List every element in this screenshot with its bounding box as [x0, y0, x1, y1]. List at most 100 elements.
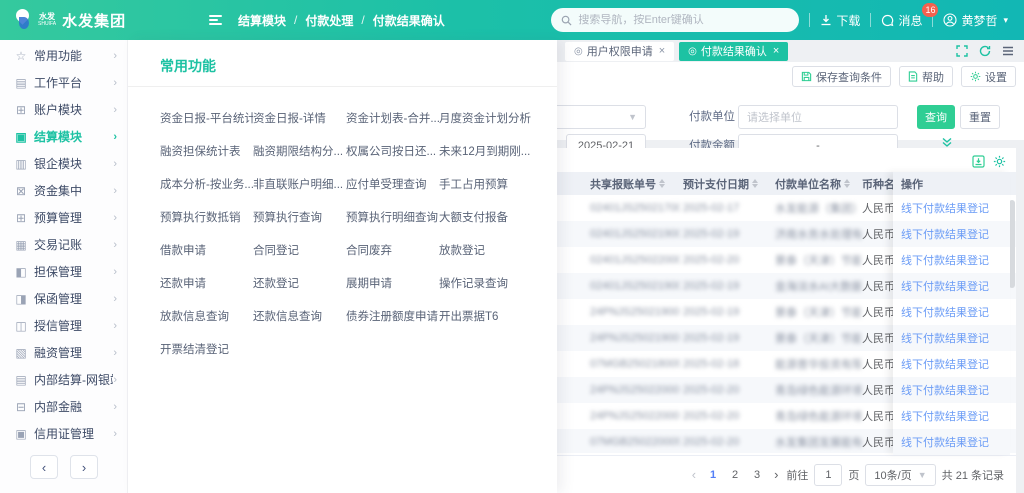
tab-payment-result[interactable]: ◎ 付款结果确认 ×: [679, 42, 788, 61]
quick-link[interactable]: 开票结清登记: [160, 332, 253, 365]
quick-link[interactable]: 展期申请: [346, 266, 439, 299]
offline-payment-result-link[interactable]: 线下付款结果登记: [901, 382, 989, 398]
download-button[interactable]: 下载: [820, 12, 860, 29]
quick-link[interactable]: 预算执行数抵销: [160, 200, 253, 233]
quick-link[interactable]: 债券注册额度申请: [346, 299, 439, 332]
quick-link[interactable]: 手工占用预算: [439, 167, 532, 200]
sidebar-item[interactable]: ◧担保管理›: [0, 258, 127, 285]
quick-link[interactable]: 借款申请: [160, 233, 253, 266]
refresh-icon[interactable]: [979, 45, 991, 57]
sort-icon[interactable]: [659, 179, 665, 188]
fullscreen-icon[interactable]: [956, 45, 968, 57]
sidebar-prev-button[interactable]: ‹: [30, 455, 58, 479]
sidebar-item[interactable]: ⊞账户模块›: [0, 96, 127, 123]
quick-link[interactable]: 融资期限结构分...: [253, 134, 346, 167]
quick-link[interactable]: 还款申请: [160, 266, 253, 299]
pay-unit-input[interactable]: 请选择单位: [738, 105, 898, 129]
sidebar-item[interactable]: ▤内部结算-网银端›: [0, 366, 127, 393]
user-menu[interactable]: 黄梦哲 ▾: [943, 12, 1008, 29]
query-button[interactable]: 查询: [917, 105, 955, 129]
quick-link[interactable]: 预算执行查询: [253, 200, 346, 233]
breadcrumb-item[interactable]: 付款结果确认: [373, 12, 445, 29]
col-currency[interactable]: 币种名称: [862, 172, 893, 195]
quick-link[interactable]: 权属公司按日还...: [346, 134, 439, 167]
sidebar-item[interactable]: ◫授信管理›: [0, 312, 127, 339]
quick-link[interactable]: 操作记录查询: [439, 266, 532, 299]
quick-link[interactable]: 未来12月到期刚...: [439, 134, 532, 167]
quick-link[interactable]: 大额支付报备: [439, 200, 532, 233]
sidebar-item[interactable]: ▧融资管理›: [0, 339, 127, 366]
help-button[interactable]: 帮助: [899, 66, 953, 87]
quick-link[interactable]: 资金日报-平台统计: [160, 101, 253, 134]
offline-payment-result-link[interactable]: 线下付款结果登记: [901, 252, 989, 268]
col-pay-date[interactable]: 预计支付日期: [683, 172, 758, 195]
quick-link[interactable]: 预算执行明细查询: [346, 200, 439, 233]
offline-payment-result-link[interactable]: 线下付款结果登记: [901, 278, 989, 294]
brand-name: 水发集团: [62, 10, 126, 31]
page-number[interactable]: 2: [726, 469, 744, 481]
export-icon[interactable]: [972, 155, 985, 168]
sidebar-item[interactable]: ⊠资金集中›: [0, 177, 127, 204]
expand-filters-icon[interactable]: [940, 135, 954, 149]
close-icon[interactable]: ×: [659, 45, 665, 57]
col-doc-no[interactable]: 共享报账单号: [590, 172, 665, 195]
sort-icon[interactable]: [752, 179, 758, 188]
close-icon[interactable]: ×: [773, 45, 779, 57]
chevron-right-icon: ›: [113, 401, 117, 413]
offline-payment-result-link[interactable]: 线下付款结果登记: [901, 304, 989, 320]
sidebar-item[interactable]: ⊞预算管理›: [0, 204, 127, 231]
page-next-icon[interactable]: ›: [772, 467, 780, 482]
offline-payment-result-link[interactable]: 线下付款结果登记: [901, 200, 989, 216]
offline-payment-result-link[interactable]: 线下付款结果登记: [901, 434, 989, 450]
sidebar-item[interactable]: ▦交易记账›: [0, 231, 127, 258]
menu-collapse-icon[interactable]: [209, 15, 222, 25]
quick-link[interactable]: 开出票据T6: [439, 299, 532, 332]
page-prev-icon[interactable]: ‹: [690, 467, 698, 482]
page-number[interactable]: 3: [748, 469, 766, 481]
chevron-right-icon: ›: [113, 50, 117, 62]
quick-link[interactable]: 融资担保统计表: [160, 134, 253, 167]
quick-link[interactable]: 放款登记: [439, 233, 532, 266]
column-settings-gear-icon[interactable]: [993, 155, 1006, 168]
quick-link[interactable]: 资金日报-详情: [253, 101, 346, 134]
search-input[interactable]: [578, 14, 768, 26]
sidebar-item[interactable]: ▣信用证管理›: [0, 420, 127, 447]
tab-user-permission[interactable]: ◎ 用户权限申请 ×: [565, 42, 674, 61]
quick-link[interactable]: 成本分析-按业务...: [160, 167, 253, 200]
layout-menu-icon[interactable]: [1002, 45, 1014, 57]
quick-link[interactable]: 还款信息查询: [253, 299, 346, 332]
quick-link[interactable]: 应付单受理查询: [346, 167, 439, 200]
quick-link[interactable]: 还款登记: [253, 266, 346, 299]
global-search[interactable]: [551, 8, 799, 32]
sort-icon[interactable]: [844, 179, 850, 188]
hidden-filter-select[interactable]: ▼: [557, 105, 646, 129]
settings-button[interactable]: 设置: [961, 66, 1016, 87]
quick-link[interactable]: 非直联账户明细...: [253, 167, 346, 200]
goto-page-input[interactable]: 1: [814, 464, 842, 486]
quick-link[interactable]: 合同废弃: [346, 233, 439, 266]
sidebar-item[interactable]: ☆常用功能›: [0, 42, 127, 69]
messages-button[interactable]: 消息 16: [881, 12, 922, 29]
quick-link[interactable]: 月度资金计划分析: [439, 101, 532, 134]
reset-button[interactable]: 重置: [960, 105, 1000, 129]
offline-payment-result-link[interactable]: 线下付款结果登记: [901, 226, 989, 242]
page-number[interactable]: 1: [704, 469, 722, 481]
sidebar-next-button[interactable]: ›: [70, 455, 98, 479]
quick-link[interactable]: 合同登记: [253, 233, 346, 266]
cell-pay-date: 2025-02-20: [683, 377, 763, 403]
sidebar-item[interactable]: ▤工作平台›: [0, 69, 127, 96]
sidebar-item[interactable]: ◨保函管理›: [0, 285, 127, 312]
col-unit-name[interactable]: 付款单位名称: [775, 172, 850, 195]
offline-payment-result-link[interactable]: 线下付款结果登记: [901, 330, 989, 346]
sidebar-item[interactable]: ⊟内部金融›: [0, 393, 127, 420]
breadcrumb-item[interactable]: 结算模块: [238, 12, 286, 29]
breadcrumb-item[interactable]: 付款处理: [305, 12, 353, 29]
quick-link[interactable]: 资金计划表-合并...: [346, 101, 439, 134]
quick-link[interactable]: 放款信息查询: [160, 299, 253, 332]
sidebar-item[interactable]: ▥银企模块›: [0, 150, 127, 177]
page-size-select[interactable]: 10条/页 ▼: [865, 464, 935, 486]
sidebar-item[interactable]: ▣结算模块›: [0, 123, 127, 150]
offline-payment-result-link[interactable]: 线下付款结果登记: [901, 408, 989, 424]
save-query-button[interactable]: 保存查询条件: [792, 66, 891, 87]
offline-payment-result-link[interactable]: 线下付款结果登记: [901, 356, 989, 372]
